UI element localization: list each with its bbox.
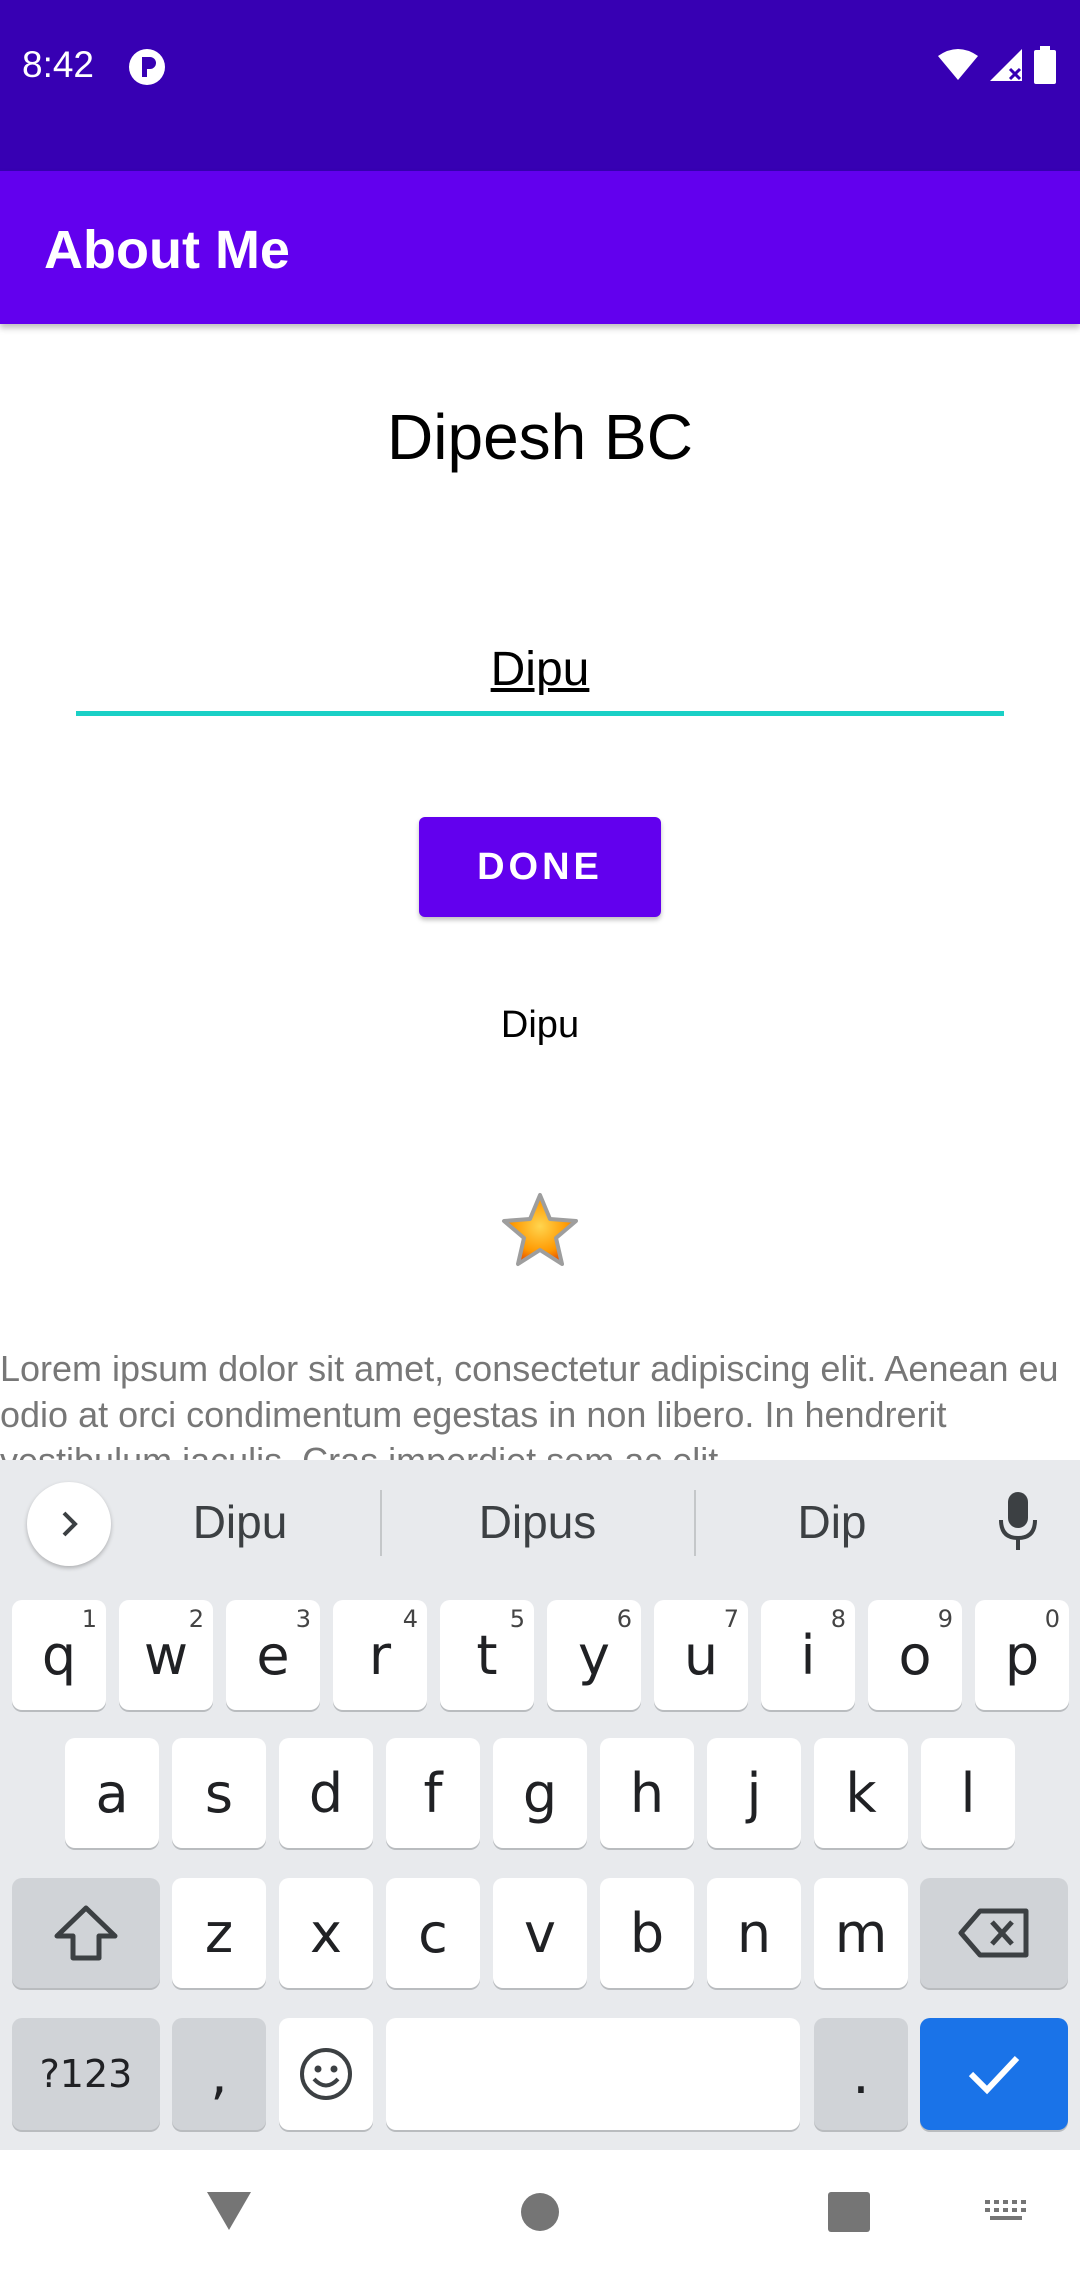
emoji-key[interactable] (279, 2018, 373, 2130)
suggestion-divider (694, 1490, 696, 1556)
key-p[interactable]: p0 (975, 1600, 1069, 1710)
shift-icon (54, 1905, 118, 1961)
star-icon (502, 1193, 578, 1266)
microphone-icon[interactable] (998, 1492, 1038, 1552)
expand-toolbar-button[interactable] (27, 1482, 111, 1566)
home-icon[interactable] (520, 2192, 560, 2232)
enter-key[interactable] (920, 2018, 1068, 2130)
key-r[interactable]: r4 (333, 1600, 427, 1710)
status-time: 8:42 (22, 44, 95, 85)
key-t[interactable]: t5 (440, 1600, 534, 1710)
key-n[interactable]: n (707, 1878, 801, 1988)
key-d[interactable]: d (279, 1738, 373, 1848)
key-v[interactable]: v (493, 1878, 587, 1988)
nickname-input[interactable]: Dipu (76, 630, 1004, 716)
battery-icon (1034, 46, 1056, 84)
suggestion-3[interactable]: Dip (712, 1480, 952, 1565)
suggestion-1[interactable]: Dipu (120, 1480, 360, 1565)
suggestion-divider (380, 1490, 382, 1556)
emoji-icon (300, 2048, 352, 2100)
cellular-signal-icon (990, 49, 1022, 81)
input-underline (76, 711, 1004, 716)
key-f[interactable]: f (386, 1738, 480, 1848)
key-e[interactable]: e3 (226, 1600, 320, 1710)
key-c[interactable]: c (386, 1878, 480, 1988)
shift-key[interactable] (12, 1878, 160, 1988)
app-title: About Me (44, 220, 290, 280)
comma-key[interactable]: , (172, 2018, 266, 2130)
key-y[interactable]: y6 (547, 1600, 641, 1710)
status-bar: 8:42 (0, 0, 1080, 171)
key-j[interactable]: j (707, 1738, 801, 1848)
key-b[interactable]: b (600, 1878, 694, 1988)
navigation-bar (0, 2150, 1080, 2280)
nickname-text: Dipu (500, 1004, 580, 1046)
key-w[interactable]: w2 (119, 1600, 213, 1710)
recents-icon[interactable] (828, 2192, 870, 2232)
key-h[interactable]: h (600, 1738, 694, 1848)
status-icons (938, 46, 1056, 84)
key-i[interactable]: i8 (761, 1600, 855, 1710)
space-key[interactable] (386, 2018, 800, 2130)
done-button[interactable]: DONE (419, 817, 661, 917)
checkmark-icon (968, 2055, 1020, 2095)
key-m[interactable]: m (814, 1878, 908, 1988)
key-x[interactable]: x (279, 1878, 373, 1988)
key-o[interactable]: o9 (868, 1600, 962, 1710)
key-q[interactable]: q1 (12, 1600, 106, 1710)
key-l[interactable]: l (921, 1738, 1015, 1848)
chevron-right-icon (62, 1511, 78, 1537)
symbols-key[interactable]: ?123 (12, 2018, 160, 2130)
nickname-input-value[interactable]: Dipu (76, 630, 1004, 710)
key-u[interactable]: u7 (654, 1600, 748, 1710)
keyboard-switch-icon[interactable] (985, 2200, 1029, 2226)
key-s[interactable]: s (172, 1738, 266, 1848)
back-icon[interactable] (205, 2188, 253, 2232)
key-z[interactable]: z (172, 1878, 266, 1988)
backspace-icon (958, 1908, 1029, 1958)
bio-text: Lorem ipsum dolor sit amet, consectetur … (0, 1348, 1059, 1460)
backspace-key[interactable] (920, 1878, 1068, 1988)
app-notification-icon (129, 49, 165, 85)
period-key[interactable]: . (814, 2018, 908, 2130)
key-a[interactable]: a (65, 1738, 159, 1848)
suggestion-strip: Dipu Dipus Dip (0, 1460, 1080, 1585)
soft-keyboard: Dipu Dipus Dip q1 w2 e3 r4 t5 y6 u7 i8 o… (0, 1460, 1080, 2150)
wifi-icon (938, 49, 978, 80)
name-text: Dipesh BC (387, 401, 693, 473)
key-k[interactable]: k (814, 1738, 908, 1848)
app-bar: About Me (0, 171, 1080, 324)
suggestion-2[interactable]: Dipus (400, 1480, 675, 1565)
key-g[interactable]: g (493, 1738, 587, 1848)
